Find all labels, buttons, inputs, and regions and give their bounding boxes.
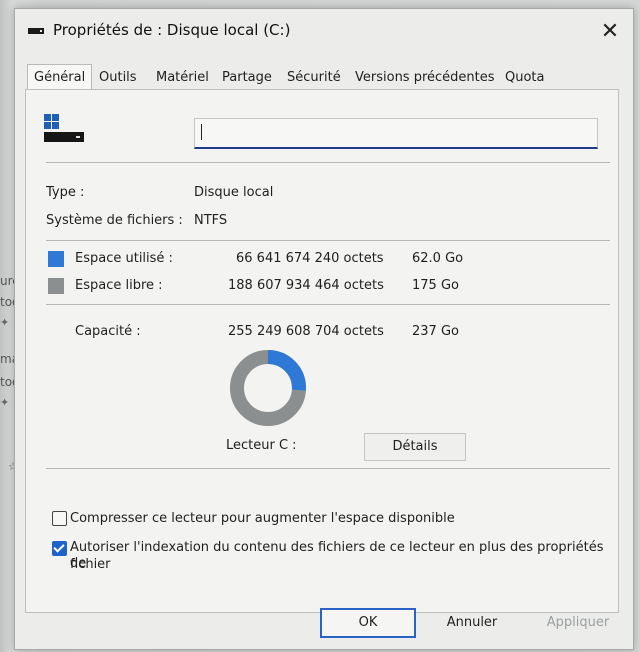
used-space-bytes: 66 641 674 240 octets: [236, 251, 384, 266]
details-button[interactable]: Détails: [364, 433, 466, 461]
drive-name-input[interactable]: [194, 118, 598, 149]
separator: [46, 468, 610, 469]
ok-button[interactable]: OK: [320, 608, 416, 638]
drive-icon: [28, 28, 44, 34]
close-icon[interactable]: ✕: [595, 17, 625, 47]
tab-security[interactable]: Sécurité: [287, 66, 341, 89]
drive-letter-label: Lecteur C :: [226, 438, 297, 453]
background-pin-icon: ✦: [0, 316, 10, 329]
free-space-bytes: 188 607 934 464 octets: [228, 278, 384, 293]
compress-drive-checkbox[interactable]: [52, 511, 67, 526]
separator: [46, 162, 610, 163]
background-pin-icon: ✦: [0, 396, 10, 409]
compress-drive-label: Compresser ce lecteur pour augmenter l'e…: [70, 511, 455, 526]
text-caret: [201, 124, 202, 140]
tab-sharing[interactable]: Partage: [222, 66, 272, 89]
type-value: Disque local: [194, 185, 274, 200]
used-space-size: 62.0 Go: [412, 251, 464, 266]
separator: [46, 240, 610, 241]
capacity-size: 237 Go: [412, 324, 459, 339]
index-content-checkbox[interactable]: [52, 541, 67, 556]
free-space-size: 175 Go: [412, 278, 459, 293]
disk-usage-donut: [230, 350, 306, 426]
tab-tools[interactable]: Outils: [99, 66, 137, 89]
index-content-label-line2: fichier: [70, 557, 111, 572]
title-bar[interactable]: Propriétés de : Disque local (C:) ✕: [15, 9, 633, 55]
index-content-label-line1: Autoriser l'indexation du contenu des fi…: [70, 540, 604, 571]
used-space-swatch: [48, 251, 64, 267]
used-space-label: Espace utilisé :: [75, 251, 173, 266]
tab-previous-versions[interactable]: Versions précédentes: [355, 66, 495, 89]
window-title: Propriétés de : Disque local (C:): [53, 21, 291, 39]
cancel-button[interactable]: Annuler: [425, 609, 519, 637]
general-panel: Type : Disque local Système de fichiers …: [25, 89, 619, 613]
separator: [46, 304, 610, 305]
tab-bar: Général Outils Matériel Partage Sécurité…: [19, 64, 619, 90]
tab-hardware[interactable]: Matériel: [156, 66, 209, 89]
capacity-bytes: 255 249 608 704 octets: [228, 324, 384, 339]
filesystem-label: Système de fichiers :: [46, 213, 183, 228]
capacity-label: Capacité :: [75, 324, 141, 339]
drive-icon: [44, 114, 84, 142]
filesystem-value: NTFS: [194, 213, 228, 228]
free-space-swatch: [48, 278, 64, 294]
apply-button[interactable]: Appliquer: [531, 609, 625, 637]
properties-dialog: Propriétés de : Disque local (C:) ✕ Géné…: [14, 8, 634, 650]
type-label: Type :: [46, 185, 85, 200]
free-space-label: Espace libre :: [75, 278, 163, 293]
tab-quota[interactable]: Quota: [505, 66, 545, 89]
tab-general[interactable]: Général: [27, 64, 93, 89]
